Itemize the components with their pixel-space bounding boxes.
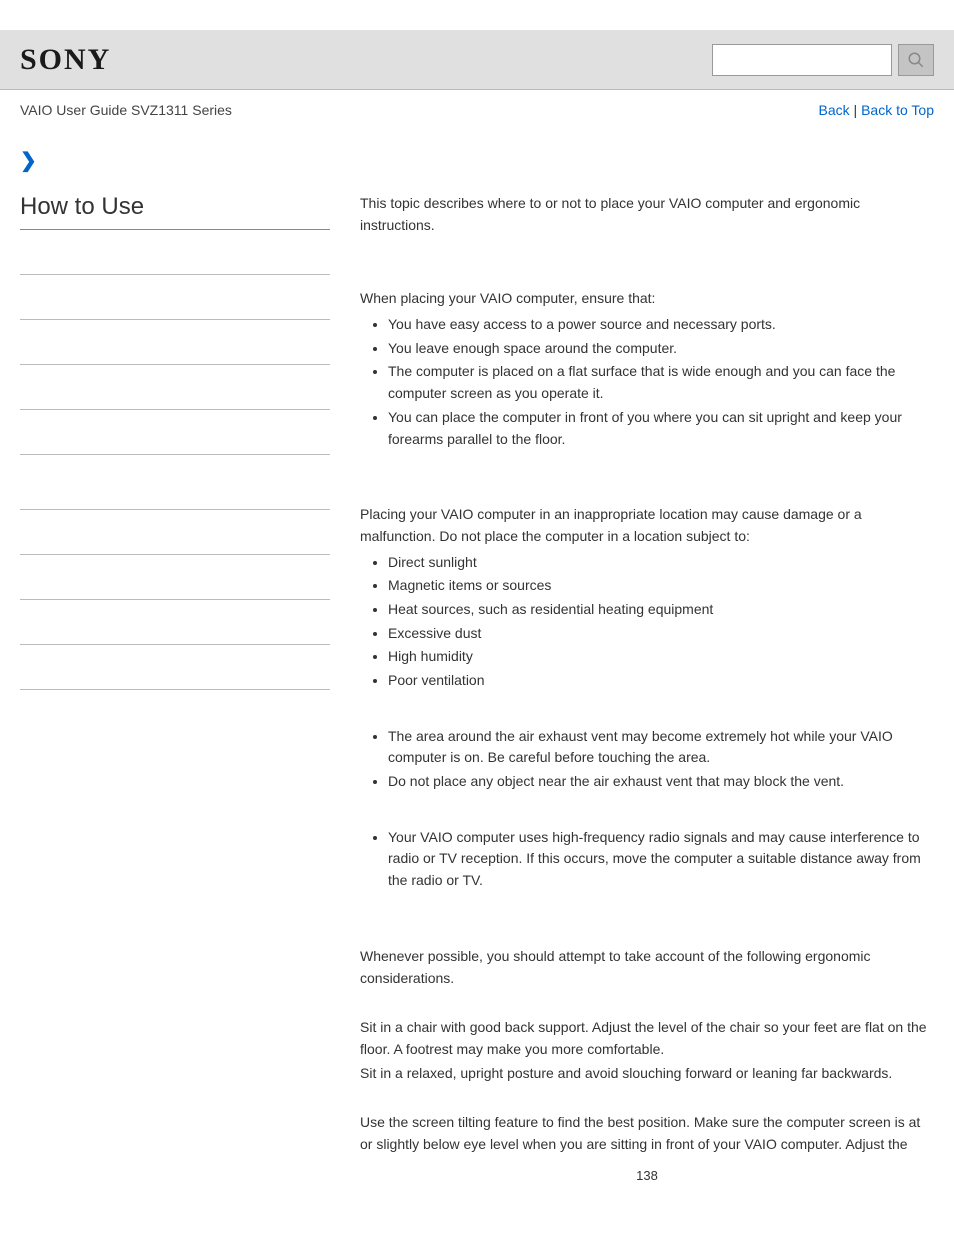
page-number: 138 <box>360 1166 934 1186</box>
list-item: You have easy access to a power source a… <box>388 314 934 336</box>
list-item: Direct sunlight <box>388 552 934 574</box>
avoid-intro: Placing your VAIO computer in an inappro… <box>360 504 934 547</box>
list-item: High humidity <box>388 646 934 668</box>
sidebar-divider <box>20 230 330 275</box>
sidebar-divider <box>20 365 330 410</box>
content-wrap: How to Use This topic describes where to… <box>0 193 954 1196</box>
list-item: You leave enough space around the comput… <box>388 338 934 360</box>
list-item: Excessive dust <box>388 623 934 645</box>
sidebar-divider <box>20 275 330 320</box>
subheader: VAIO User Guide SVZ1311 Series Back | Ba… <box>0 90 954 148</box>
search-input[interactable] <box>712 44 892 76</box>
intro-text: This topic describes where to or not to … <box>360 193 934 236</box>
placing-list: You have easy access to a power source a… <box>360 314 934 450</box>
sidebar-divider <box>20 410 330 455</box>
sidebar-divider <box>20 555 330 600</box>
list-item: Magnetic items or sources <box>388 575 934 597</box>
sony-logo: SONY <box>20 43 111 77</box>
sidebar-divider <box>20 645 330 690</box>
header-bar: SONY <box>0 30 954 90</box>
sidebar-divider <box>20 510 330 555</box>
sidebar: How to Use <box>20 193 330 1196</box>
list-item: The area around the air exhaust vent may… <box>388 726 934 769</box>
guide-title: VAIO User Guide SVZ1311 Series <box>20 102 232 118</box>
nav-separator: | <box>850 102 861 118</box>
search-wrap <box>712 44 934 76</box>
sidebar-divider <box>20 465 330 510</box>
ergo-intro: Whenever possible, you should attempt to… <box>360 946 934 989</box>
placing-intro: When placing your VAIO computer, ensure … <box>360 288 934 310</box>
chevron-right-icon: ❯ <box>20 148 954 173</box>
main-content: This topic describes where to or not to … <box>330 193 934 1196</box>
list-item: Do not place any object near the air exh… <box>388 771 934 793</box>
back-to-top-link[interactable]: Back to Top <box>861 102 934 118</box>
nav-links: Back | Back to Top <box>819 102 934 118</box>
sidebar-divider <box>20 600 330 645</box>
sit-para2: Sit in a relaxed, upright posture and av… <box>360 1063 934 1085</box>
search-button[interactable] <box>898 44 934 76</box>
search-icon <box>907 51 925 69</box>
sidebar-heading: How to Use <box>20 193 330 230</box>
radio-list: Your VAIO computer uses high-frequency r… <box>360 827 934 892</box>
sit-para1: Sit in a chair with good back support. A… <box>360 1017 934 1060</box>
list-item: The computer is placed on a flat surface… <box>388 361 934 404</box>
list-item: Your VAIO computer uses high-frequency r… <box>388 827 934 892</box>
list-item: You can place the computer in front of y… <box>388 407 934 450</box>
back-link[interactable]: Back <box>819 102 850 118</box>
list-item: Heat sources, such as residential heatin… <box>388 599 934 621</box>
list-item: Poor ventilation <box>388 670 934 692</box>
vent-list: The area around the air exhaust vent may… <box>360 726 934 793</box>
avoid-list: Direct sunlight Magnetic items or source… <box>360 552 934 692</box>
sidebar-divider <box>20 320 330 365</box>
screen-para: Use the screen tilting feature to find t… <box>360 1112 934 1155</box>
